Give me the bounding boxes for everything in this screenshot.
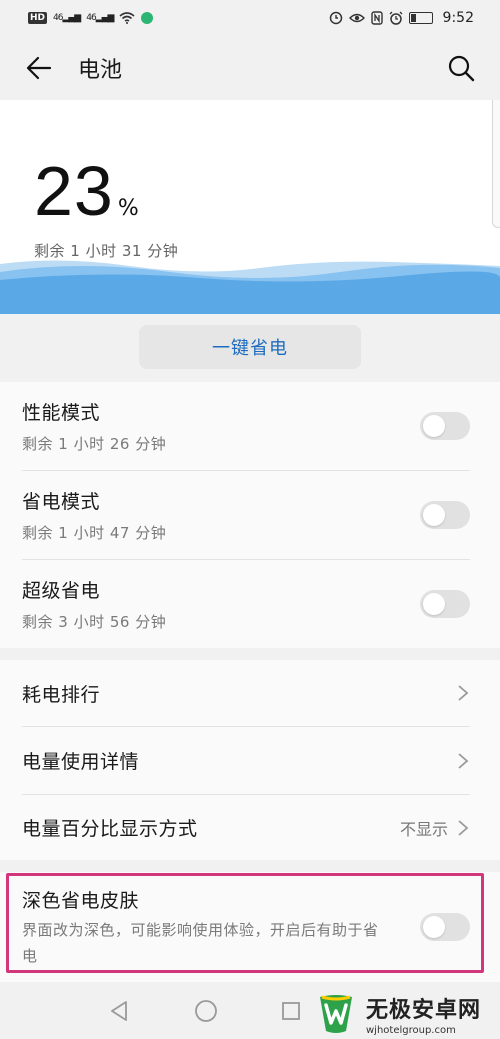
list-item-title: 耗电排行 xyxy=(22,683,101,706)
alarm-clock-icon xyxy=(329,11,342,25)
dark-skin-section: 深色省电皮肤 界面改为深色，可能影响使用体验，开启后有助于省电 xyxy=(0,872,500,982)
chevron-right-icon xyxy=(458,685,469,701)
nfc-icon xyxy=(370,11,383,25)
list-item-title: 性能模式 xyxy=(22,402,101,424)
list-item-power-saving-mode[interactable]: 省电模式 剩余 1 小时 47 分钟 xyxy=(0,471,500,559)
one-click-save-button[interactable]: 一键省电 xyxy=(139,325,361,369)
toggle-knob xyxy=(423,415,445,437)
battery-percent-value: 23 xyxy=(34,152,114,230)
battery-wave xyxy=(0,260,500,314)
power-saving-mode-toggle[interactable] xyxy=(420,501,470,529)
performance-mode-toggle[interactable] xyxy=(420,412,470,440)
list-item-subtitle: 剩余 3 小时 56 分钟 xyxy=(22,613,167,631)
battery-level-panel: 23 % 剩余 1 小时 31 分钟 xyxy=(0,100,500,314)
power-mode-list: 性能模式 剩余 1 小时 26 分钟 省电模式 剩余 1 小时 47 分钟 超级… xyxy=(0,382,500,648)
recents-square-icon xyxy=(282,1002,300,1020)
nav-home-button[interactable] xyxy=(191,998,221,1024)
page-title: 电池 xyxy=(78,58,123,83)
one-click-section: 一键省电 xyxy=(0,314,500,382)
eye-comfort-icon xyxy=(348,13,365,23)
signal-icon: 46▂▄▆ xyxy=(53,13,81,23)
toggle-knob xyxy=(423,916,445,938)
percent-sign: % xyxy=(117,196,139,221)
list-item-usage-details[interactable]: 电量使用详情 xyxy=(0,727,500,794)
battery-info-list: 耗电排行 电量使用详情 电量百分比显示方式 不显示 xyxy=(0,660,500,860)
list-item-title: 电量百分比显示方式 xyxy=(22,818,198,840)
list-item-power-ranking[interactable]: 耗电排行 xyxy=(0,660,500,726)
list-item-subtitle: 界面改为深色，可能影响使用体验，开启后有助于省电 xyxy=(22,920,379,965)
list-item-subtitle: 剩余 1 小时 26 分钟 xyxy=(22,435,167,453)
search-button[interactable] xyxy=(444,51,478,85)
search-icon xyxy=(448,55,475,82)
toggle-knob xyxy=(423,593,445,615)
list-item-ultra-power-saving[interactable]: 超级省电 剩余 3 小时 56 分钟 xyxy=(0,560,500,648)
clock: 9:52 xyxy=(442,10,474,26)
list-item-title: 省电模式 xyxy=(22,491,101,513)
chevron-right-icon xyxy=(458,752,469,769)
wifi-icon xyxy=(119,12,135,24)
app-notification-icon xyxy=(141,12,154,24)
list-item-subtitle: 剩余 1 小时 47 分钟 xyxy=(22,524,167,542)
status-bar: HD 46▂▄▆ 46▂▄▆ 9:52 xyxy=(0,0,500,36)
chevron-right-icon xyxy=(458,819,469,836)
battery-icon xyxy=(408,12,433,24)
list-item-title: 超级省电 xyxy=(22,580,101,602)
percentage-display-value: 不显示 xyxy=(399,819,448,839)
list-item-title: 深色省电皮肤 xyxy=(22,889,140,912)
nav-back-button[interactable] xyxy=(104,998,134,1024)
battery-percentage: 23 % xyxy=(34,156,139,226)
list-item-title: 电量使用详情 xyxy=(22,751,140,773)
app-header: 电池 xyxy=(0,36,500,100)
navigation-bar xyxy=(0,982,500,1039)
list-item-percentage-display[interactable]: 电量百分比显示方式 不显示 xyxy=(0,795,500,860)
scrollbar[interactable] xyxy=(492,100,500,228)
dark-skin-toggle[interactable] xyxy=(420,913,470,941)
home-circle-icon xyxy=(195,1000,217,1022)
signal-icon: 46▂▄▆ xyxy=(86,13,114,23)
list-item-dark-skin[interactable]: 深色省电皮肤 界面改为深色，可能影响使用体验，开启后有助于省电 xyxy=(0,880,500,974)
back-triangle-icon xyxy=(111,1001,127,1021)
arrow-left-icon xyxy=(26,56,52,80)
alarm-icon xyxy=(389,11,403,25)
back-button[interactable] xyxy=(22,51,56,85)
ultra-power-saving-toggle[interactable] xyxy=(420,590,470,618)
toggle-knob xyxy=(423,504,445,526)
hd-indicator: HD xyxy=(28,12,48,24)
nav-recents-button[interactable] xyxy=(276,998,306,1024)
list-item-performance-mode[interactable]: 性能模式 剩余 1 小时 26 分钟 xyxy=(0,382,500,470)
